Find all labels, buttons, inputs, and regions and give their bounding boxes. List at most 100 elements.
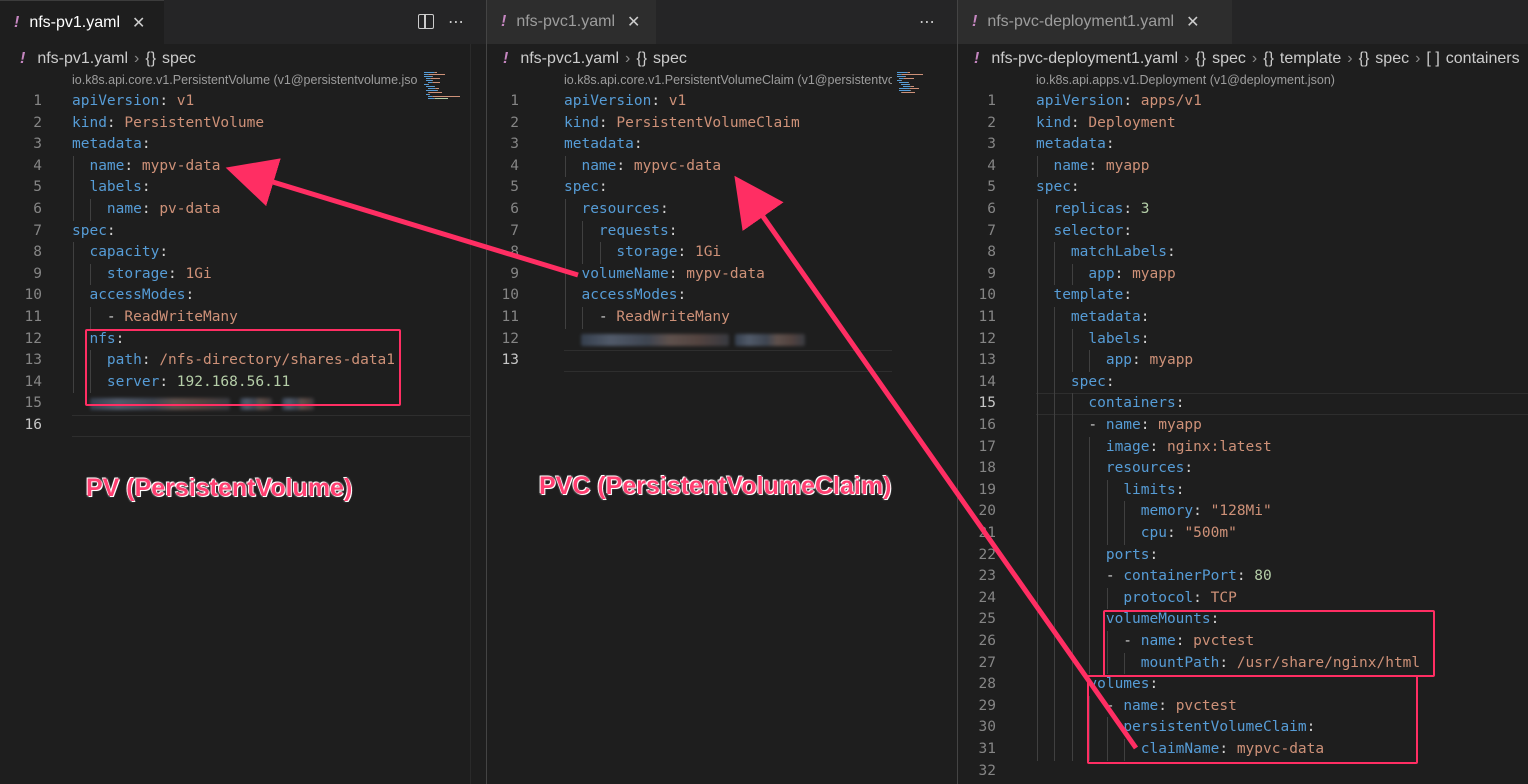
indent-guide (1037, 501, 1038, 523)
code-line[interactable]: 16 (0, 415, 486, 437)
line-number: 4 (987, 157, 996, 174)
code-line[interactable]: 4 name: mypvc-data (487, 156, 957, 178)
code-line[interactable]: 2 kind: PersistentVolumeClaim (487, 113, 957, 135)
line-number: 7 (33, 222, 42, 239)
breadcrumb-item-template[interactable]: template (1280, 50, 1341, 68)
code-line[interactable]: 1 apiVersion: v1 (487, 91, 957, 113)
code-line[interactable]: 8 matchLabels: (958, 242, 1528, 264)
code-line[interactable]: 10 template: (958, 285, 1528, 307)
code-line[interactable]: 3 metadata: (0, 134, 486, 156)
code-line[interactable]: 6 replicas: 3 (958, 199, 1528, 221)
code-line[interactable]: 15 containers: (958, 393, 1528, 415)
schema-hint[interactable]: io.k8s.api.apps.v1.Deployment (v1@deploy… (1036, 73, 1436, 87)
schema-hint[interactable]: io.k8s.api.core.v1.PersistentVolume (v1@… (72, 73, 418, 87)
code-line[interactable]: 9 app: myapp (958, 264, 1528, 286)
minimap-stroke (897, 76, 905, 77)
code-line[interactable]: 6 resources: (487, 199, 957, 221)
code-text: metadata: (72, 136, 151, 153)
split-editor-icon[interactable] (418, 14, 434, 29)
code-line[interactable]: 18 resources: (958, 458, 1528, 480)
annotation-caption-pv: PV (PersistentVolume) (86, 474, 353, 502)
close-icon[interactable]: ✕ (1186, 12, 1199, 32)
more-actions-icon[interactable]: ⋯ (919, 12, 935, 31)
indent-guide (1054, 371, 1056, 394)
code-line[interactable]: 10 accessModes: (487, 285, 957, 307)
redacted-text (581, 333, 729, 346)
breadcrumb-item-spec[interactable]: spec (653, 50, 687, 68)
code-line[interactable]: 5 spec: (958, 177, 1528, 199)
object-icon: {} (1358, 50, 1370, 67)
more-actions-icon[interactable]: ⋯ (448, 12, 464, 31)
code-line[interactable]: 9 volumeName: mypv-data (487, 264, 957, 286)
indent-guide (1037, 242, 1038, 264)
indent-guide (1054, 479, 1056, 502)
code-text: kind: PersistentVolumeClaim (564, 114, 800, 131)
indent-guide (73, 242, 74, 264)
indent-guide (1037, 350, 1038, 372)
code-line[interactable]: 13 (487, 350, 957, 372)
breadcrumb-file[interactable]: nfs-pvc-deployment1.yaml (991, 50, 1178, 68)
tab-nfs-pvc1[interactable]: ! nfs-pvc1.yaml ✕ (487, 0, 656, 44)
indent-guide (1037, 393, 1038, 415)
minimap-stroke (432, 76, 433, 77)
close-icon[interactable]: ✕ (627, 12, 640, 32)
indent-guide (1037, 371, 1038, 394)
code-line[interactable]: 14 spec: (958, 372, 1528, 394)
code-line[interactable]: 7 spec: (0, 221, 486, 243)
minimap-stroke (899, 82, 908, 83)
code-line[interactable]: 19 limits: (958, 480, 1528, 502)
scrollbar[interactable] (470, 44, 485, 784)
breadcrumb-file[interactable]: nfs-pv1.yaml (37, 50, 128, 68)
code-line[interactable]: 7 requests: (487, 221, 957, 243)
code-line[interactable]: 4 name: myapp (958, 156, 1528, 178)
line-number: 3 (510, 136, 519, 153)
minimap-stroke (897, 72, 907, 73)
tab-nfs-pvc-deployment1[interactable]: ! nfs-pvc-deployment1.yaml ✕ (958, 0, 1232, 44)
code-line[interactable]: 8 storage: 1Gi (487, 242, 957, 264)
tab-label: nfs-pvc1.yaml (516, 13, 616, 30)
code-line[interactable]: 23 - containerPort: 80 (958, 566, 1528, 588)
code-text: resources: (581, 201, 669, 217)
breadcrumb-item-containers[interactable]: containers (1446, 50, 1520, 68)
indent-guide (1054, 350, 1056, 372)
code-line[interactable]: 16 - name: myapp (958, 415, 1528, 437)
code-line[interactable]: 11 - ReadWriteMany (487, 307, 957, 329)
code-line[interactable]: 5 spec: (487, 177, 957, 199)
minimap-stroke (431, 78, 440, 79)
code-line[interactable]: 1 apiVersion: apps/v1 (958, 91, 1528, 113)
redacted-text (735, 333, 805, 346)
code-line[interactable]: 21 cpu: "500m" (958, 523, 1528, 545)
code-line[interactable]: 24 protocol: TCP (958, 588, 1528, 610)
code-line[interactable]: 3 metadata: (487, 134, 957, 156)
indent-guide (1037, 544, 1038, 567)
indent-guide (1089, 609, 1091, 631)
code-line[interactable]: 13 app: myapp (958, 350, 1528, 372)
breadcrumb-item-spec[interactable]: spec (162, 50, 196, 68)
close-icon[interactable]: ✕ (132, 13, 145, 33)
tab-nfs-pv1[interactable]: ! nfs-pv1.yaml ✕ (0, 0, 164, 45)
code-line[interactable]: 2 kind: PersistentVolume (0, 113, 486, 135)
breadcrumb-file[interactable]: nfs-pvc1.yaml (520, 50, 619, 68)
code-line[interactable]: 12 labels: (958, 329, 1528, 351)
pane-divider[interactable] (957, 0, 958, 784)
minimap[interactable] (897, 72, 943, 112)
line-number: 25 (978, 611, 996, 628)
pane-divider[interactable] (486, 0, 487, 784)
breadcrumb-item-spec[interactable]: spec (1212, 50, 1246, 68)
code-line[interactable]: 2 kind: Deployment (958, 113, 1528, 135)
breadcrumb-item-spec[interactable]: spec (1375, 50, 1409, 68)
code-line[interactable]: 7 selector: (958, 221, 1528, 243)
minimap[interactable] (424, 72, 470, 112)
indent-guide (73, 307, 74, 329)
schema-hint[interactable]: io.k8s.api.core.v1.PersistentVolumeClaim… (564, 73, 892, 87)
code-line[interactable]: 11 metadata: (958, 307, 1528, 329)
indent-guide (1071, 350, 1073, 372)
line-number: 10 (978, 287, 996, 304)
code-line[interactable]: 3 metadata: (958, 134, 1528, 156)
minimap-stroke (434, 86, 435, 87)
code-line[interactable]: 22 ports: (958, 545, 1528, 567)
indent-guide (73, 328, 74, 351)
code-line[interactable]: 17 image: nginx:latest (958, 437, 1528, 459)
code-line[interactable]: 1 apiVersion: v1 (0, 91, 486, 113)
code-line[interactable]: 20 memory: "128Mi" (958, 501, 1528, 523)
